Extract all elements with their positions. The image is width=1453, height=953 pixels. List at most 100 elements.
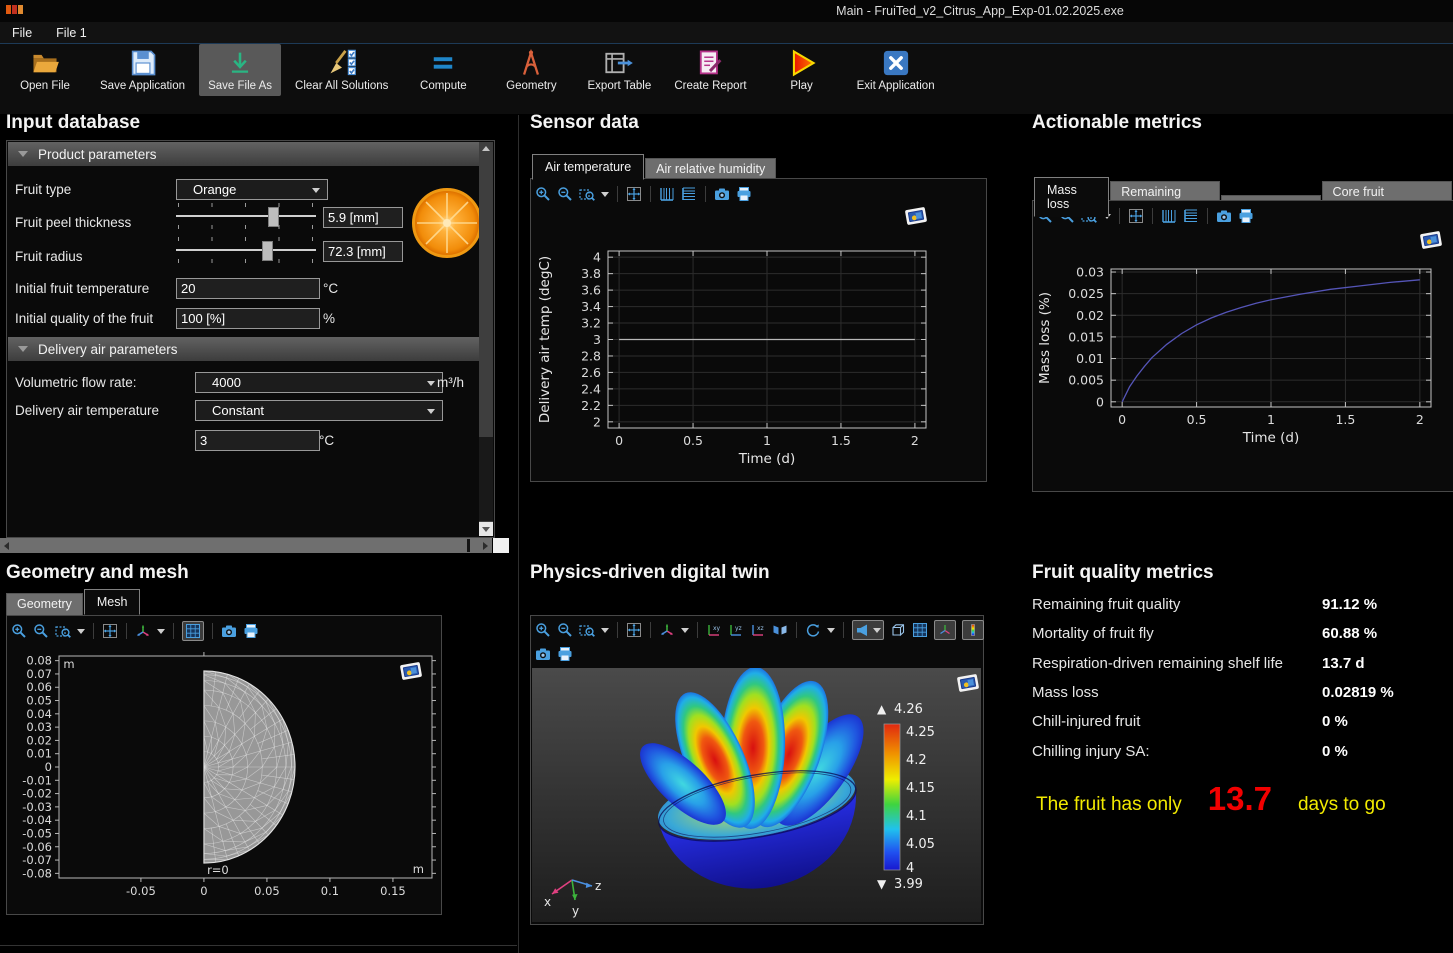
zoom-extents-icon[interactable]	[102, 623, 118, 639]
grid-toggle-icon[interactable]	[912, 622, 928, 638]
play-button[interactable]: Play	[761, 44, 843, 96]
vertical-scrollbar[interactable]	[479, 142, 493, 536]
snapshot-icon[interactable]	[221, 623, 237, 639]
rotate-view-icon[interactable]	[805, 622, 821, 638]
snapshot-icon[interactable]	[1216, 208, 1232, 224]
tab-mass-loss[interactable]: Mass loss	[1034, 177, 1109, 217]
zoom-in-icon[interactable]	[535, 622, 551, 638]
scroll-right-icon[interactable]	[483, 542, 488, 550]
svg-text:0: 0	[1096, 394, 1104, 409]
sensor-chart[interactable]: 00.511.5222.22.42.62.833.23.43.63.84Time…	[533, 209, 982, 477]
print-icon[interactable]	[736, 186, 752, 202]
view-yz-icon[interactable]	[728, 622, 744, 638]
svg-text:▲: ▲	[877, 702, 887, 716]
orange-slice-image	[411, 187, 483, 259]
geometry-mesh-title: Geometry and mesh	[6, 562, 189, 584]
grid-toggle-icon[interactable]	[185, 623, 201, 639]
show-color-legend-icon[interactable]	[965, 622, 981, 638]
mirror-view-icon[interactable]	[772, 622, 788, 638]
print-icon[interactable]	[1238, 208, 1254, 224]
peel-thickness-value[interactable]: 5.9 [mm]	[323, 207, 403, 228]
chevron-down-icon[interactable]	[601, 192, 609, 197]
snapshot-icon[interactable]	[535, 646, 551, 662]
tab-geometry[interactable]: Geometry	[6, 593, 83, 615]
chevron-down-icon[interactable]	[681, 628, 689, 633]
zoom-box-icon[interactable]	[55, 623, 71, 639]
open-file-button[interactable]: Open File	[4, 44, 86, 96]
axis-orientation-icon[interactable]	[659, 622, 675, 638]
transparency-icon[interactable]	[890, 622, 906, 638]
svg-text:0.03: 0.03	[1076, 265, 1104, 280]
axis-orientation-icon[interactable]	[135, 623, 151, 639]
delivery-air-header[interactable]: Delivery air parameters	[8, 337, 479, 361]
menu-file1[interactable]: File 1	[44, 26, 99, 40]
mass-loss-chart[interactable]: 00.511.5200.0050.010.0150.020.0250.03Tim…	[1035, 233, 1452, 487]
zoom-out-icon[interactable]	[33, 623, 49, 639]
zoom-box-icon[interactable]	[579, 622, 595, 638]
initial-quality-input[interactable]: 100 [%]	[176, 308, 320, 329]
fruit-radius-value[interactable]: 72.3 [mm]	[323, 241, 403, 262]
scroll-up-icon[interactable]	[482, 146, 490, 151]
fruit-radius-slider[interactable]	[176, 237, 316, 263]
sensor-panel: 00.511.5222.22.42.62.833.23.43.63.84Time…	[530, 178, 987, 482]
menu-file[interactable]: File	[0, 26, 44, 40]
x-grid-icon[interactable]	[659, 186, 675, 202]
svg-text:0.06: 0.06	[26, 680, 52, 694]
air-temp-value-input[interactable]: 3	[195, 430, 320, 451]
save-file-as-button[interactable]: Save File As	[199, 44, 281, 96]
chevron-down-icon[interactable]	[873, 628, 881, 633]
show-axes-icon[interactable]	[937, 622, 953, 638]
x-grid-icon[interactable]	[1161, 208, 1177, 224]
clear-all-solutions-button[interactable]: Clear All Solutions	[287, 44, 396, 96]
chevron-down-icon[interactable]	[157, 629, 165, 634]
zoom-box-icon[interactable]	[579, 186, 595, 202]
zoom-out-icon[interactable]	[557, 186, 573, 202]
view-xy-icon[interactable]	[706, 622, 722, 638]
compute-button[interactable]: Compute	[402, 44, 484, 96]
tab-air-temperature[interactable]: Air temperature	[532, 154, 644, 180]
y-grid-icon[interactable]	[681, 186, 697, 202]
mesh-plot[interactable]: -0.0500.050.10.150.080.070.060.050.040.0…	[9, 646, 437, 910]
initial-temp-input[interactable]: 20	[176, 278, 320, 299]
product-parameters-header[interactable]: Product parameters	[8, 142, 479, 166]
fruit-type-dropdown[interactable]: Orange	[176, 179, 328, 200]
scroll-left-icon[interactable]	[4, 542, 9, 550]
svg-text:0: 0	[615, 433, 623, 448]
chevron-down-icon[interactable]	[827, 628, 835, 633]
scene-light-icon[interactable]	[855, 622, 871, 638]
scrollbar-thumb[interactable]	[479, 437, 493, 521]
svg-text:0.5: 0.5	[1187, 412, 1207, 427]
scroll-down-icon[interactable]	[482, 527, 490, 532]
zoom-in-icon[interactable]	[535, 186, 551, 202]
geometry-button[interactable]: Geometry	[490, 44, 572, 96]
peel-thickness-slider[interactable]	[176, 203, 316, 229]
chevron-down-icon[interactable]	[601, 628, 609, 633]
zoom-out-icon[interactable]	[557, 622, 573, 638]
zoom-extents-icon[interactable]	[626, 186, 642, 202]
chevron-down-icon[interactable]	[77, 629, 85, 634]
svg-text:-0.07: -0.07	[22, 853, 52, 867]
view-xz-icon[interactable]	[750, 622, 766, 638]
horizontal-scrollbar[interactable]	[0, 538, 492, 553]
tab-air-relative-humidity[interactable]: Air relative humidity	[645, 158, 776, 180]
print-icon[interactable]	[243, 623, 259, 639]
svg-text:Delivery air temp (degC): Delivery air temp (degC)	[537, 256, 553, 423]
slider-handle[interactable]	[262, 241, 273, 261]
print-icon[interactable]	[557, 646, 573, 662]
y-grid-icon[interactable]	[1183, 208, 1199, 224]
flow-rate-dropdown[interactable]: 4000	[195, 372, 443, 393]
svg-text:-0.02: -0.02	[22, 787, 52, 801]
exit-application-button[interactable]: Exit Application	[849, 44, 943, 96]
slider-handle[interactable]	[268, 207, 279, 227]
zoom-extents-icon[interactable]	[1128, 208, 1144, 224]
export-table-button[interactable]: Export Table	[578, 44, 660, 96]
air-temp-mode-dropdown[interactable]: Constant	[195, 400, 443, 421]
zoom-in-icon[interactable]	[11, 623, 27, 639]
save-application-button[interactable]: Save Application	[92, 44, 193, 96]
digital-twin-view[interactable]: ▲ 4.26 4.25 4.2 4.15 4.1 4.05 4 ▼ 3.99 x…	[532, 668, 981, 922]
column-divider	[518, 115, 519, 953]
create-report-button[interactable]: Create Report	[666, 44, 754, 96]
zoom-extents-icon[interactable]	[626, 622, 642, 638]
snapshot-icon[interactable]	[714, 186, 730, 202]
tab-mesh[interactable]: Mesh	[84, 589, 141, 615]
